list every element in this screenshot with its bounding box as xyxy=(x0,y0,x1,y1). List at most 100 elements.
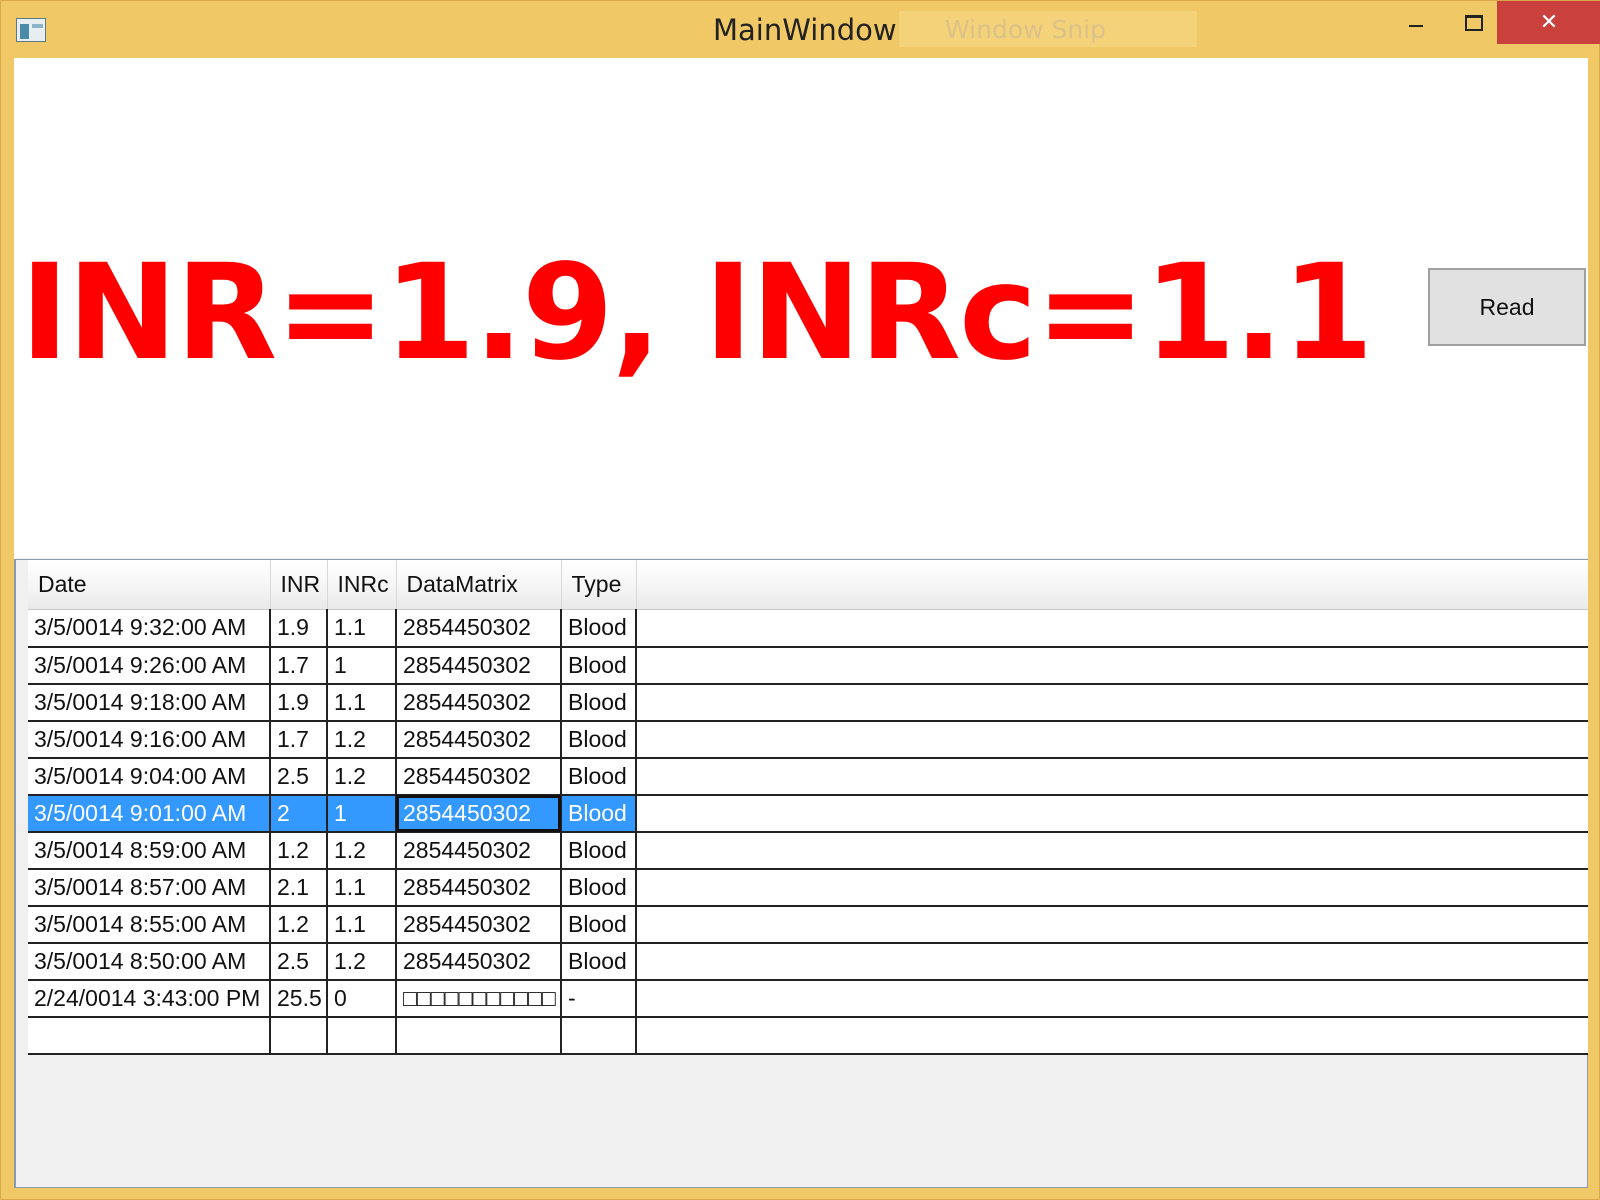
column-header-datamatrix[interactable]: DataMatrix xyxy=(396,560,562,610)
client-area: INR=1.9, INRc=1.1 Read Date INR INRc Dat… xyxy=(14,58,1588,1188)
inrc-cell[interactable]: 1.1 xyxy=(327,683,397,722)
datamatrix-cell[interactable]: 2854450302 xyxy=(396,683,562,722)
row-filler-cell xyxy=(636,831,1588,870)
column-header-inrc[interactable]: INRc xyxy=(327,560,397,610)
inrc-cell[interactable]: 1.1 xyxy=(327,609,397,648)
date-cell[interactable]: 3/5/0014 8:55:00 AM xyxy=(28,905,271,944)
maximize-button[interactable] xyxy=(1444,1,1502,44)
datamatrix-cell[interactable]: 2854450302 xyxy=(396,905,562,944)
table-row[interactable]: 3/5/0014 8:59:00 AM 1.2 1.2 2854450302 Blood xyxy=(28,831,1588,870)
table-row[interactable]: 3/5/0014 9:01:00 AM 2 1 2854450302 Blood xyxy=(28,794,1588,833)
datamatrix-cell[interactable]: □□□□□□□□□□□ xyxy=(396,979,562,1018)
datamatrix-cell[interactable]: 2854450302 xyxy=(396,831,562,870)
date-cell[interactable] xyxy=(28,1016,271,1055)
app-icon-pane xyxy=(32,24,43,28)
inr-cell[interactable]: 1.9 xyxy=(270,683,328,722)
title-bar[interactable]: MainWindow Window Snip ✕ xyxy=(1,1,1600,58)
row-filler-cell xyxy=(636,683,1588,722)
main-window: MainWindow Window Snip ✕ INR=1.9, INRc=1… xyxy=(0,0,1600,1200)
row-filler-cell xyxy=(636,646,1588,685)
inrc-cell[interactable]: 1 xyxy=(327,794,397,833)
column-header-inr[interactable]: INR xyxy=(270,560,328,610)
inr-cell[interactable]: 2.1 xyxy=(270,868,328,907)
date-cell[interactable]: 3/5/0014 9:01:00 AM xyxy=(28,794,271,833)
inrc-cell[interactable]: 1.2 xyxy=(327,720,397,759)
read-button[interactable]: Read xyxy=(1428,268,1586,346)
table-row[interactable] xyxy=(28,1016,1588,1055)
datamatrix-cell[interactable]: 2854450302 xyxy=(396,720,562,759)
inrc-cell[interactable]: 1.2 xyxy=(327,757,397,796)
type-cell[interactable]: Blood xyxy=(561,609,637,648)
date-cell[interactable]: 3/5/0014 9:32:00 AM xyxy=(28,609,271,648)
window-snip-overlay: Window Snip xyxy=(899,11,1197,47)
column-header-type[interactable]: Type xyxy=(561,560,637,610)
table-row[interactable]: 3/5/0014 8:50:00 AM 2.5 1.2 2854450302 Blood xyxy=(28,942,1588,981)
inr-cell[interactable]: 1.7 xyxy=(270,646,328,685)
date-cell[interactable]: 3/5/0014 9:04:00 AM xyxy=(28,757,271,796)
type-cell[interactable]: Blood xyxy=(561,868,637,907)
inr-cell[interactable]: 2 xyxy=(270,794,328,833)
type-cell[interactable]: Blood xyxy=(561,794,637,833)
type-cell[interactable]: Blood xyxy=(561,905,637,944)
table-row[interactable]: 2/24/0014 3:43:00 PM 25.5 0 □□□□□□□□□□□ - xyxy=(28,979,1588,1018)
row-filler-cell xyxy=(636,1016,1588,1055)
inrc-cell[interactable]: 1.1 xyxy=(327,905,397,944)
inr-cell[interactable]: 1.9 xyxy=(270,609,328,648)
type-cell[interactable]: Blood xyxy=(561,942,637,981)
type-cell[interactable]: - xyxy=(561,979,637,1018)
inr-cell[interactable]: 1.7 xyxy=(270,720,328,759)
column-header-filler xyxy=(636,560,1588,610)
inrc-cell[interactable]: 1.1 xyxy=(327,868,397,907)
date-cell[interactable]: 3/5/0014 9:16:00 AM xyxy=(28,720,271,759)
close-button[interactable]: ✕ xyxy=(1497,1,1600,44)
inr-cell[interactable]: 1.2 xyxy=(270,905,328,944)
type-cell[interactable]: Blood xyxy=(561,646,637,685)
table-row[interactable]: 3/5/0014 9:32:00 AM 1.9 1.1 2854450302 Blood xyxy=(28,609,1588,648)
table-row[interactable]: 3/5/0014 9:26:00 AM 1.7 1 2854450302 Blood xyxy=(28,646,1588,685)
type-cell[interactable]: Blood xyxy=(561,831,637,870)
inrc-cell[interactable]: 1 xyxy=(327,646,397,685)
table-body: 3/5/0014 9:32:00 AM 1.9 1.1 2854450302 Blood… xyxy=(28,609,1588,1055)
inr-cell[interactable] xyxy=(270,1016,328,1055)
results-data-grid[interactable]: Date INR INRc DataMatrix Type 3/5/0014 9… xyxy=(14,559,1588,1188)
type-cell[interactable]: Blood xyxy=(561,683,637,722)
date-cell[interactable]: 2/24/0014 3:43:00 PM xyxy=(28,979,271,1018)
inr-cell[interactable]: 25.5 xyxy=(270,979,328,1018)
column-header-date[interactable]: Date xyxy=(28,560,271,610)
table-row[interactable]: 3/5/0014 9:04:00 AM 2.5 1.2 2854450302 Blood xyxy=(28,757,1588,796)
type-cell[interactable]: Blood xyxy=(561,720,637,759)
inrc-cell[interactable]: 1.2 xyxy=(327,831,397,870)
datamatrix-cell[interactable]: 2854450302 xyxy=(396,609,562,648)
row-filler-cell xyxy=(636,942,1588,981)
minimize-button[interactable] xyxy=(1386,1,1444,44)
type-cell[interactable]: Blood xyxy=(561,757,637,796)
table-row[interactable]: 3/5/0014 8:57:00 AM 2.1 1.1 2854450302 Blood xyxy=(28,868,1588,907)
datamatrix-cell[interactable] xyxy=(396,1016,562,1055)
row-filler-cell xyxy=(636,757,1588,796)
inr-cell[interactable]: 2.5 xyxy=(270,757,328,796)
table-row[interactable]: 3/5/0014 9:16:00 AM 1.7 1.2 2854450302 Blood xyxy=(28,720,1588,759)
datamatrix-cell[interactable]: 2854450302 xyxy=(396,794,562,833)
date-cell[interactable]: 3/5/0014 8:50:00 AM xyxy=(28,942,271,981)
datamatrix-cell[interactable]: 2854450302 xyxy=(396,757,562,796)
inrc-cell[interactable] xyxy=(327,1016,397,1055)
row-filler-cell xyxy=(636,794,1588,833)
window-title: MainWindow xyxy=(713,13,897,47)
inrc-cell[interactable]: 0 xyxy=(327,979,397,1018)
inr-cell[interactable]: 2.5 xyxy=(270,942,328,981)
date-cell[interactable]: 3/5/0014 8:57:00 AM xyxy=(28,868,271,907)
type-cell[interactable] xyxy=(561,1016,637,1055)
date-cell[interactable]: 3/5/0014 9:18:00 AM xyxy=(28,683,271,722)
datamatrix-cell[interactable]: 2854450302 xyxy=(396,646,562,685)
datamatrix-cell[interactable]: 2854450302 xyxy=(396,868,562,907)
inrc-cell[interactable]: 1.2 xyxy=(327,942,397,981)
table-row[interactable]: 3/5/0014 8:55:00 AM 1.2 1.1 2854450302 Blood xyxy=(28,905,1588,944)
date-cell[interactable]: 3/5/0014 9:26:00 AM xyxy=(28,646,271,685)
inr-cell[interactable]: 1.2 xyxy=(270,831,328,870)
row-filler-cell xyxy=(636,868,1588,907)
app-icon[interactable] xyxy=(16,18,46,42)
datamatrix-cell[interactable]: 2854450302 xyxy=(396,942,562,981)
date-cell[interactable]: 3/5/0014 8:59:00 AM xyxy=(28,831,271,870)
row-filler-cell xyxy=(636,720,1588,759)
table-row[interactable]: 3/5/0014 9:18:00 AM 1.9 1.1 2854450302 Blood xyxy=(28,683,1588,722)
